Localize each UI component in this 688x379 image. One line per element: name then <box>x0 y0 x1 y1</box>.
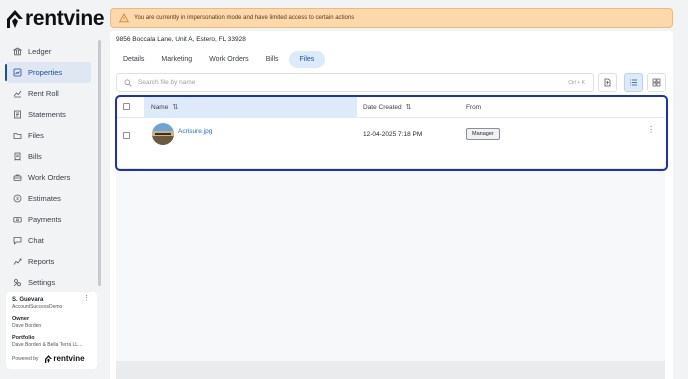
list-icon <box>13 110 22 119</box>
column-from: From <box>466 96 481 118</box>
svg-text:$: $ <box>16 196 19 201</box>
chat-icon <box>13 236 22 245</box>
chart-icon <box>13 257 22 266</box>
toolbox-icon <box>13 173 22 182</box>
tab-work-orders[interactable]: Work Orders <box>202 51 256 68</box>
bank-icon <box>13 47 22 56</box>
sidebar-item-estimates[interactable]: $ Estimates <box>6 188 91 209</box>
warning-icon <box>119 13 129 23</box>
sidebar-item-label: Statements <box>28 110 66 119</box>
main-panel: 9856 Boccala Lane, Unit A, Estero, FL 33… <box>110 31 673 379</box>
sidebar-item-label: Payments <box>28 215 62 224</box>
rentvine-small-logo-icon <box>45 354 53 363</box>
sidebar-item-label: Ledger <box>28 47 52 56</box>
home-chart-icon <box>13 68 22 77</box>
owner-value: Dave Borden <box>12 323 42 329</box>
powered-by-brand: rentvine <box>53 354 85 363</box>
sidebar-item-label: Files <box>28 131 44 140</box>
folder-icon <box>13 131 22 140</box>
column-date-label: Date Created <box>363 103 402 111</box>
file-date-created: 12-04-2025 7:18 PM <box>363 131 423 138</box>
file-search-input[interactable]: Search file by name Ctrl + K <box>116 73 594 92</box>
user-card: S. Guevara AccountSuccessDemo ⋮ Owner Da… <box>6 292 97 369</box>
row-actions-kebab-icon[interactable]: ⋮ <box>647 126 655 134</box>
tab-files[interactable]: Files <box>288 51 326 68</box>
sidebar-item-files[interactable]: Files <box>6 125 91 146</box>
impersonation-banner: You are currently in impersonation mode … <box>110 8 673 28</box>
sidebar-item-reports[interactable]: Reports <box>6 251 91 272</box>
owner-label: Owner <box>12 316 30 322</box>
file-thumbnail[interactable] <box>152 123 174 145</box>
brand-logo[interactable]: rentvine <box>7 7 105 31</box>
sidebar-item-payments[interactable]: Payments <box>6 209 91 230</box>
sidebar-item-label: Rent Roll <box>28 89 59 98</box>
sidebar-item-ledger[interactable]: Ledger <box>6 41 91 62</box>
cash-icon <box>13 215 22 224</box>
sidebar-item-settings[interactable]: Settings <box>6 272 91 293</box>
receipt-icon <box>13 152 22 161</box>
portfolio-value: Dave Borden & Bella Terra LL... <box>12 342 83 348</box>
powered-by: Powered by rentvine <box>12 354 85 363</box>
trend-icon <box>13 89 22 98</box>
row-checkbox[interactable] <box>123 132 130 139</box>
select-all-checkbox[interactable] <box>123 103 130 110</box>
sidebar-item-chat[interactable]: Chat <box>6 230 91 251</box>
file-upload-icon <box>604 78 611 87</box>
upload-file-button[interactable] <box>598 73 617 92</box>
sidebar-nav: Ledger Properties Rent Roll Statements F… <box>5 41 91 293</box>
sidebar-item-label: Settings <box>28 278 56 287</box>
sidebar-item-statements[interactable]: Statements <box>6 104 91 125</box>
files-table: Name ⇅ Date Created ⇅ From Acrisure.jpg … <box>116 96 665 366</box>
portfolio-label: Portfolio <box>12 335 35 341</box>
tab-marketing[interactable]: Marketing <box>154 51 199 68</box>
sidebar-item-label: Chat <box>28 236 44 245</box>
property-address: 9856 Boccala Lane, Unit A, Estero, FL 33… <box>116 36 246 43</box>
image-thumbnail-icon <box>152 123 174 145</box>
file-name-link[interactable]: Acrisure.jpg <box>178 128 212 135</box>
sidebar-item-label: Properties <box>28 68 63 77</box>
table-header: Name ⇅ Date Created ⇅ From <box>116 96 665 118</box>
user-account: AccountSuccessDemo <box>12 304 63 310</box>
search-placeholder: Search file by name <box>138 79 196 86</box>
grid-view-icon <box>652 78 661 87</box>
search-icon <box>124 78 132 87</box>
sidebar-scrollbar[interactable] <box>98 40 101 286</box>
sidebar-item-properties[interactable]: Properties <box>5 62 91 83</box>
property-tabs: Details Marketing Work Orders Bills File… <box>116 51 328 68</box>
column-name-label: Name <box>151 103 169 111</box>
user-menu-kebab-icon[interactable]: ⋮ <box>83 295 90 302</box>
column-from-label: From <box>466 103 482 111</box>
list-view-button[interactable] <box>624 73 643 92</box>
sidebar-item-label: Bills <box>28 152 42 161</box>
tab-bills[interactable]: Bills <box>259 51 286 68</box>
sidebar: rentvine Ledger Properties Rent Roll Sta… <box>0 0 105 379</box>
powered-by-label: Powered by <box>12 355 39 362</box>
search-shortcut: Ctrl + K <box>568 79 585 86</box>
tab-details[interactable]: Details <box>116 51 151 68</box>
list-view-icon <box>630 79 637 86</box>
settings-icon <box>13 278 22 287</box>
grid-view-button[interactable] <box>647 73 666 92</box>
sidebar-item-label: Work Orders <box>28 173 71 182</box>
column-name[interactable]: Name ⇅ <box>144 96 357 118</box>
sidebar-item-label: Estimates <box>28 194 61 203</box>
sidebar-item-bills[interactable]: Bills <box>6 146 91 167</box>
sort-icon: ⇅ <box>172 104 179 111</box>
dollar-icon: $ <box>13 194 22 203</box>
table-footer <box>116 361 665 379</box>
column-date-created[interactable]: Date Created ⇅ <box>363 96 412 118</box>
file-from-badge: Manager <box>466 128 500 140</box>
sidebar-item-work-orders[interactable]: Work Orders <box>6 167 91 188</box>
table-row[interactable]: Acrisure.jpg 12-04-2025 7:18 PM Manager … <box>116 118 665 169</box>
sort-icon: ⇅ <box>405 104 412 111</box>
sidebar-item-rent-roll[interactable]: Rent Roll <box>6 83 91 104</box>
rentvine-logo-icon <box>7 10 23 28</box>
sidebar-item-label: Reports <box>28 257 55 266</box>
brand-name: rentvine <box>25 7 105 30</box>
banner-text: You are currently in impersonation mode … <box>134 15 355 21</box>
user-name: S. Guevara <box>12 297 44 303</box>
